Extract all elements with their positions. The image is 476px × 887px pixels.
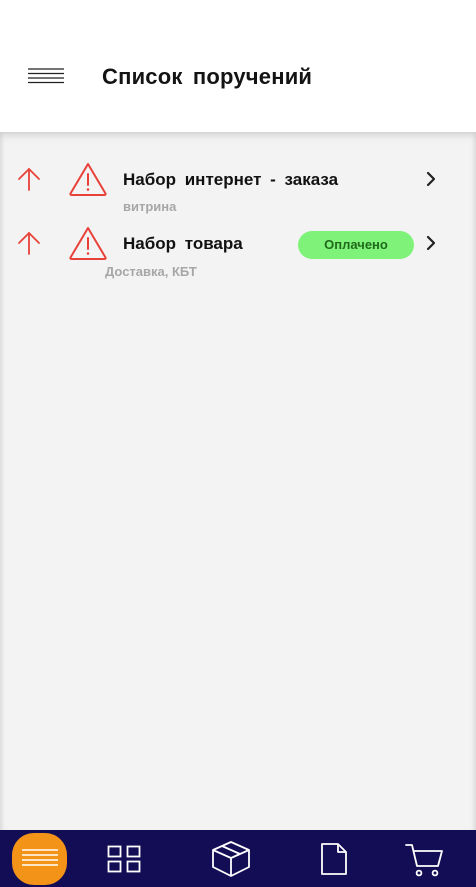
app-header: Список поручений bbox=[0, 0, 476, 132]
nav-document-button[interactable] bbox=[310, 830, 360, 887]
nav-grid-button[interactable] bbox=[95, 830, 155, 887]
nav-package-button[interactable] bbox=[200, 830, 262, 887]
grid-icon bbox=[107, 845, 141, 873]
bottom-navigation bbox=[0, 830, 476, 887]
cart-icon bbox=[405, 844, 443, 877]
task-title: Набор интернет - заказа bbox=[123, 170, 339, 189]
arrow-up-icon bbox=[18, 168, 40, 191]
task-title: Набор товара bbox=[123, 234, 243, 253]
nav-cart-button[interactable] bbox=[400, 830, 450, 887]
document-icon bbox=[321, 843, 347, 875]
package-icon bbox=[212, 841, 250, 877]
nav-list-button[interactable] bbox=[0, 830, 80, 887]
page-title: Список поручений bbox=[102, 64, 313, 89]
status-badge: Оплачено bbox=[298, 231, 414, 259]
chevron-right-icon bbox=[426, 235, 436, 251]
task-item[interactable]: Набор интернет - заказа витрина bbox=[0, 160, 476, 220]
hamburger-menu-icon bbox=[28, 68, 64, 84]
chevron-right-icon bbox=[426, 171, 436, 187]
warning-triangle-icon bbox=[69, 227, 107, 260]
menu-button[interactable] bbox=[27, 67, 65, 89]
task-item[interactable]: Набор товара Оплачено Доставка, КБТ bbox=[0, 224, 476, 284]
arrow-up-icon bbox=[18, 232, 40, 255]
task-list: Набор интернет - заказа витрина Набор то… bbox=[0, 132, 476, 830]
warning-triangle-icon bbox=[69, 163, 107, 196]
task-subtitle: Доставка, КБТ bbox=[105, 264, 197, 279]
task-subtitle: витрина bbox=[123, 199, 177, 214]
list-icon bbox=[22, 849, 58, 866]
